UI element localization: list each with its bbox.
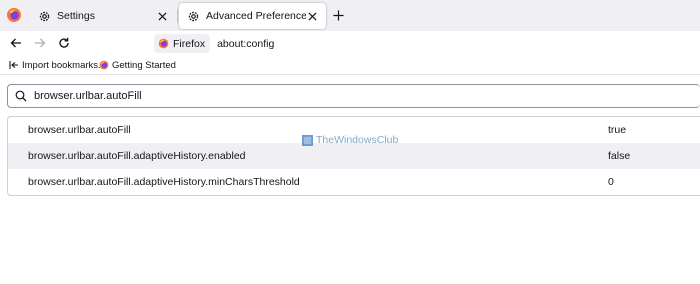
new-tab-plus-icon[interactable] xyxy=(331,8,345,22)
firefox-icon xyxy=(158,38,169,49)
url-bar[interactable]: Firefox about:config xyxy=(153,33,700,54)
tab-label: Settings xyxy=(57,10,95,22)
watermark-text: TheWindowsClub xyxy=(316,134,399,146)
bookmark-getting-started[interactable]: Getting Started xyxy=(99,58,176,72)
preference-search-box[interactable] xyxy=(7,84,700,108)
search-icon xyxy=(15,90,27,102)
gear-icon xyxy=(187,10,200,23)
url-text[interactable]: about:config xyxy=(217,38,274,50)
tab-settings[interactable]: Settings xyxy=(30,3,176,29)
firefox-menu-icon[interactable] xyxy=(5,6,23,24)
bookmark-label: Import bookmarks... xyxy=(22,59,106,71)
windows-club-logo-icon xyxy=(302,134,313,146)
pref-name: browser.urlbar.autoFill xyxy=(28,124,131,136)
close-icon[interactable] xyxy=(156,10,168,22)
tab-divider xyxy=(177,9,178,23)
tab-label: Advanced Preferences xyxy=(206,10,306,22)
table-row[interactable]: browser.urlbar.autoFill.adaptiveHistory.… xyxy=(8,169,700,195)
watermark: TheWindowsClub xyxy=(302,134,398,146)
back-arrow-icon[interactable] xyxy=(9,36,23,50)
identity-label: Firefox xyxy=(173,37,206,50)
gear-icon xyxy=(38,10,51,23)
tab-advanced-preferences[interactable]: Advanced Preferences xyxy=(179,3,326,29)
pref-value[interactable]: true xyxy=(608,124,626,136)
close-icon[interactable] xyxy=(306,10,318,22)
identity-box[interactable]: Firefox xyxy=(154,34,211,53)
preferences-table: browser.urlbar.autoFill true browser.url… xyxy=(7,116,700,196)
table-row[interactable]: browser.urlbar.autoFill.adaptiveHistory.… xyxy=(8,143,700,169)
bookmark-label: Getting Started xyxy=(112,59,176,71)
navigation-bar: Firefox about:config xyxy=(0,31,700,56)
forward-arrow-icon[interactable] xyxy=(33,36,47,50)
search-input[interactable] xyxy=(34,90,700,102)
pref-value[interactable]: 0 xyxy=(608,176,614,188)
pref-name: browser.urlbar.autoFill.adaptiveHistory.… xyxy=(28,150,246,162)
reload-icon[interactable] xyxy=(57,36,71,50)
bookmarks-toolbar: Import bookmarks... Getting Started xyxy=(0,56,700,75)
pref-value[interactable]: false xyxy=(608,150,630,162)
firefox-icon xyxy=(99,60,109,70)
bookmark-import[interactable]: Import bookmarks... xyxy=(9,58,106,72)
tab-strip: Settings Advanced Preferences xyxy=(0,0,700,31)
import-icon xyxy=(9,60,19,70)
pref-name: browser.urlbar.autoFill.adaptiveHistory.… xyxy=(28,176,300,188)
